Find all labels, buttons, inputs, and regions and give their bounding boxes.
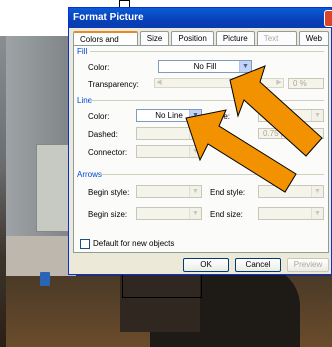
annotation-arrows — [185, 65, 323, 193]
